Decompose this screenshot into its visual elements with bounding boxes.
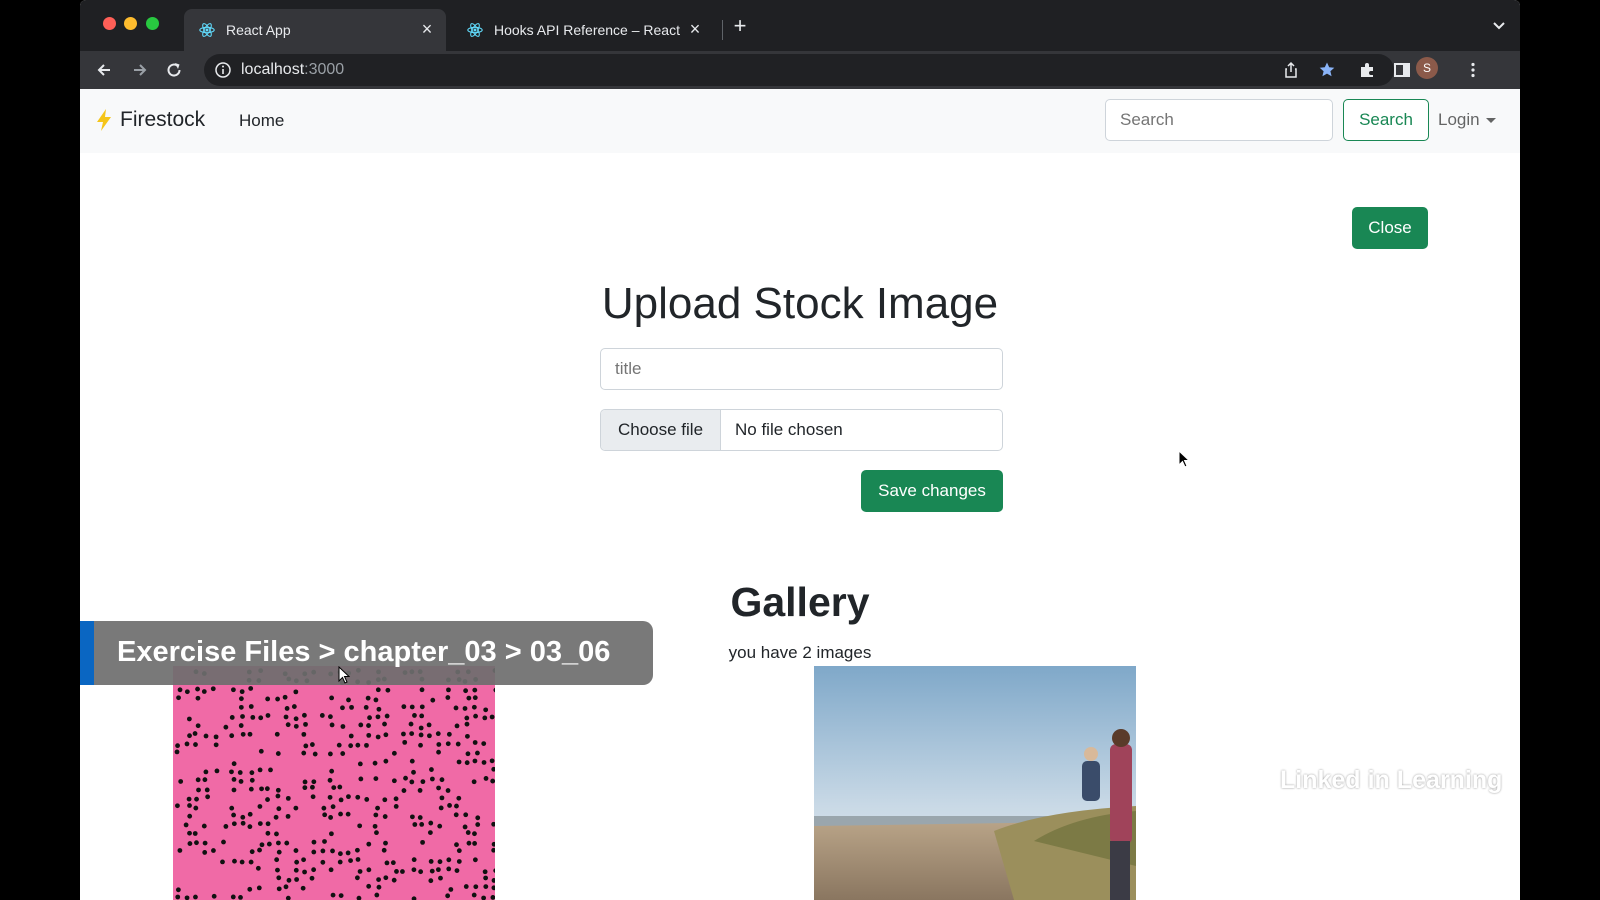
beach-photo-graphic	[814, 666, 1136, 900]
lightning-bolt-icon	[97, 109, 111, 131]
nav-home-link[interactable]: Home	[239, 111, 284, 131]
search-button[interactable]: Search	[1343, 99, 1429, 141]
back-arrow-icon[interactable]	[94, 60, 114, 80]
minimize-window-button[interactable]	[124, 17, 137, 30]
dot-pattern-graphic	[174, 667, 495, 900]
tab-separator	[722, 20, 723, 40]
extensions-puzzle-icon[interactable]	[1357, 60, 1377, 80]
brand-name: Firestock	[120, 108, 206, 131]
login-label: Login	[1438, 110, 1480, 129]
close-window-button[interactable]	[103, 17, 116, 30]
kebab-menu-icon[interactable]	[1463, 60, 1483, 80]
side-panel-icon[interactable]	[1392, 60, 1412, 80]
forward-arrow-icon[interactable]	[130, 60, 150, 80]
browser-toolbar: localhost:3000	[80, 51, 1520, 89]
url-text: localhost:3000	[241, 61, 345, 78]
gallery-image-beach-photo[interactable]	[814, 666, 1136, 900]
react-icon	[467, 23, 483, 37]
profile-avatar[interactable]: S	[1416, 57, 1438, 79]
navbar: Firestock Home Search Login	[80, 89, 1520, 153]
search-input[interactable]	[1105, 99, 1333, 141]
banner-text: Exercise Files > chapter_03 > 03_06	[117, 636, 611, 668]
title-input[interactable]	[600, 348, 1003, 390]
address-bar[interactable]: localhost:3000	[204, 54, 1394, 86]
tab-title: Hooks API Reference – React	[494, 22, 680, 38]
bookmark-star-icon[interactable]	[1318, 61, 1336, 79]
react-icon	[199, 23, 215, 37]
banner-accent	[80, 621, 94, 685]
upload-heading: Upload Stock Image	[601, 279, 999, 328]
gallery-image-dot-pattern[interactable]	[173, 666, 495, 900]
browser-window: React App × Hooks API Reference – React …	[80, 0, 1520, 900]
chevron-down-icon[interactable]	[1492, 18, 1506, 32]
tab-strip: React App × Hooks API Reference – React …	[80, 0, 1520, 51]
brand-link[interactable]: Firestock	[94, 108, 205, 132]
close-tab-icon[interactable]: ×	[418, 20, 436, 38]
mouse-pointer-icon	[338, 666, 350, 684]
new-tab-icon[interactable]: +	[730, 15, 750, 37]
login-dropdown[interactable]: Login	[1438, 110, 1496, 130]
tab-title: React App	[226, 22, 291, 38]
info-icon[interactable]	[214, 61, 232, 79]
share-icon[interactable]	[1282, 61, 1300, 79]
save-changes-button[interactable]: Save changes	[861, 470, 1003, 512]
file-input[interactable]: Choose file No file chosen	[600, 409, 1003, 451]
close-button[interactable]: Close	[1352, 207, 1428, 249]
file-status-text: No file chosen	[735, 420, 843, 439]
choose-file-button[interactable]: Choose file	[601, 410, 721, 450]
mouse-pointer-icon	[1178, 450, 1190, 468]
reload-icon[interactable]	[164, 60, 184, 80]
tab-hooks-api-reference[interactable]: Hooks API Reference – React ×	[452, 9, 714, 51]
tab-react-app[interactable]: React App ×	[184, 9, 446, 51]
gallery-heading: Gallery	[730, 579, 870, 625]
chapter-breadcrumb-banner: Exercise Files > chapter_03 > 03_06	[80, 621, 653, 685]
close-tab-icon[interactable]: ×	[686, 20, 704, 38]
caret-down-icon	[1485, 117, 1496, 123]
linkedin-learning-logo: Linked in Learning	[1280, 765, 1503, 795]
maximize-window-button[interactable]	[146, 17, 159, 30]
